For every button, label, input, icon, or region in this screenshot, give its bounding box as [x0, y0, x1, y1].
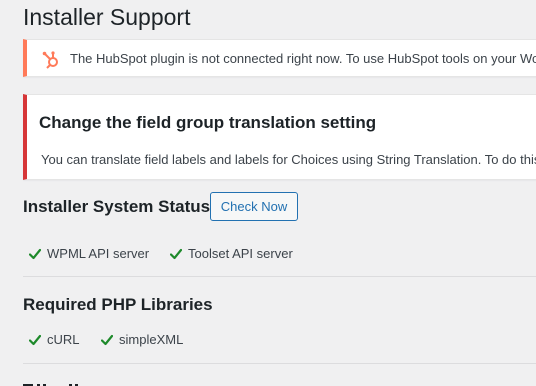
field-group-translation-notice: Change the field group translation setti… — [23, 94, 536, 180]
checkmark-icon — [29, 334, 41, 345]
notice-title: Change the field group translation setti… — [39, 113, 377, 132]
hubspot-sprocket-icon — [42, 51, 58, 69]
library-item-simplexml: simpleXML — [101, 332, 183, 347]
check-now-button[interactable]: Check Now — [210, 192, 298, 221]
status-item-label: WPML API server — [47, 246, 150, 261]
installer-system-status-heading: Installer System Status — [23, 197, 211, 216]
checkmark-icon — [101, 334, 113, 345]
clipped-heading-glyphs — [23, 384, 78, 386]
status-item-label: Toolset API server — [188, 246, 293, 261]
hubspot-notice: The HubSpot plugin is not connected righ… — [23, 39, 536, 77]
section-divider — [23, 276, 536, 277]
required-php-libraries-heading: Required PHP Libraries — [23, 295, 213, 314]
next-section-heading-partial — [23, 377, 223, 386]
status-item-toolset-api: Toolset API server — [170, 246, 293, 261]
checkmark-icon — [170, 248, 182, 259]
status-item-wpml-api: WPML API server — [29, 246, 149, 261]
section-divider — [23, 363, 536, 364]
page-title: Installer Support — [23, 4, 191, 30]
hubspot-notice-text: The HubSpot plugin is not connected righ… — [70, 51, 536, 66]
library-item-curl: cURL — [29, 332, 80, 347]
notice-text: You can translate field labels and label… — [41, 152, 536, 167]
library-item-label: cURL — [47, 332, 80, 347]
checkmark-icon — [29, 248, 41, 259]
library-item-label: simpleXML — [119, 332, 184, 347]
